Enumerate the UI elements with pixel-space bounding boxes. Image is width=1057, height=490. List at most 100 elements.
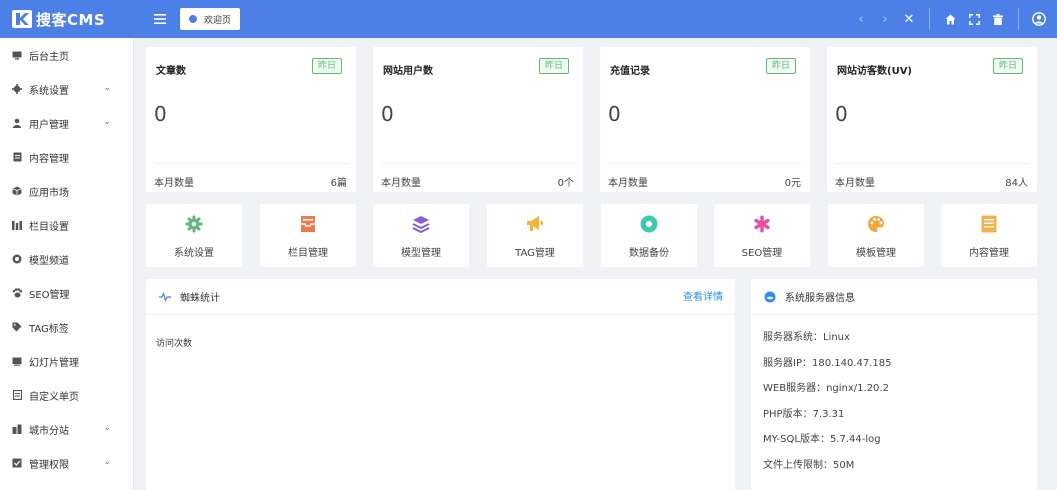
sidebar-item-label: 应用市场 xyxy=(29,187,69,199)
home-icon xyxy=(945,14,955,24)
stat-value: 0 xyxy=(381,102,394,126)
header-divider xyxy=(929,8,930,30)
layers-icon xyxy=(373,214,469,234)
sidebar-item-label: TAG标签 xyxy=(29,323,69,335)
stat-card: 网站访客数(UV) 昨日 0 本月数量 84人 xyxy=(827,47,1037,192)
view-details-link[interactable]: 查看详情 xyxy=(683,288,723,303)
stat-title: 网站访客数(UV) xyxy=(837,66,912,77)
sidebar-item-label: SEO管理 xyxy=(29,289,70,301)
shortcut-label: 系统设置 xyxy=(174,248,214,259)
stat-value: 0 xyxy=(835,102,848,126)
stat-foot-value: 6篇 xyxy=(330,178,347,189)
server-info-list: 服务器系统：Linux 服务器IP：180.140.47.185 WEB服务器：ng… xyxy=(751,315,1037,476)
close-icon: ✕ xyxy=(903,11,915,27)
columns-icon xyxy=(12,220,22,230)
sidebar-item-label: 用户管理 xyxy=(29,119,69,131)
chevron-down-icon: ⌄ xyxy=(103,117,111,127)
menu-toggle-button[interactable] xyxy=(140,0,180,38)
tab-welcome[interactable]: 欢迎页 xyxy=(180,8,241,30)
pulse-icon xyxy=(158,290,172,304)
header-toolbar: ‹ › ✕ xyxy=(849,0,1057,38)
brand-name: 搜客CMS xyxy=(36,10,106,29)
period-badge: 昨日 xyxy=(311,58,342,74)
fullscreen-icon xyxy=(968,13,980,25)
cube-icon xyxy=(12,186,22,196)
brand-logo[interactable]: 搜客CMS xyxy=(0,0,134,38)
sidebar-item-label: 幻灯片管理 xyxy=(29,357,79,369)
file-icon xyxy=(12,152,22,162)
sidebar-item-label: 系统设置 xyxy=(29,85,69,97)
gear-icon xyxy=(146,214,242,234)
server-icon xyxy=(763,290,777,304)
shortcut-tile[interactable]: TAG管理 xyxy=(487,204,583,267)
sidebar-item-label: 模型频道 xyxy=(29,255,69,267)
period-badge: 昨日 xyxy=(538,58,569,74)
fullscreen-button[interactable] xyxy=(962,0,986,38)
spider-stats-panel: 蜘蛛统计 查看详情 访问次数 xyxy=(146,279,735,490)
document-icon xyxy=(941,214,1037,234)
shortcut-tile[interactable]: 系统设置 xyxy=(146,204,242,267)
spider-panel-header: 蜘蛛统计 查看详情 xyxy=(146,279,735,315)
tag-icon xyxy=(12,322,22,332)
user-menu-button[interactable] xyxy=(1027,0,1051,38)
stat-divider xyxy=(835,163,1029,164)
stat-card: 充值记录 昨日 0 本月数量 0元 xyxy=(600,47,810,192)
period-badge: 昨日 xyxy=(765,58,796,74)
sidebar-item-label: 内容管理 xyxy=(29,153,69,165)
sidebar-item[interactable]: 用户管理 ⌄ xyxy=(0,106,133,140)
stat-card: 网站用户数 昨日 0 本月数量 0个 xyxy=(373,47,583,192)
sidebar-item[interactable]: 幻灯片管理 xyxy=(0,344,133,378)
shortcut-label: SEO管理 xyxy=(741,248,783,259)
top-header: 搜客CMS 欢迎页 ‹ › ✕ xyxy=(0,0,1057,38)
tab-prev-button[interactable]: ‹ xyxy=(849,0,873,38)
sidebar-item[interactable]: 模型频道 xyxy=(0,242,133,276)
shortcut-tile[interactable]: 内容管理 xyxy=(941,204,1037,267)
stat-foot-label: 本月数量 xyxy=(154,178,194,189)
stat-foot-value: 0元 xyxy=(784,178,801,189)
tab-next-button[interactable]: › xyxy=(873,0,897,38)
sidebar-item-label: 管理权限 xyxy=(29,459,69,471)
shortcut-tile[interactable]: SEO管理 xyxy=(714,204,810,267)
stat-divider xyxy=(608,163,802,164)
sidebar-item[interactable]: 城市分站 ⌄ xyxy=(0,412,133,446)
sidebar-item[interactable]: 管理权限 ⌄ xyxy=(0,446,133,480)
shortcut-label: 内容管理 xyxy=(969,248,1009,259)
sidebar-item[interactable]: SEO管理 xyxy=(0,276,133,310)
stat-divider xyxy=(381,163,575,164)
sidebar-item-label: 栏目设置 xyxy=(29,221,69,233)
clear-cache-button[interactable] xyxy=(986,0,1010,38)
shortcut-label: 栏目管理 xyxy=(288,248,328,259)
chevron-right-icon: › xyxy=(882,11,888,27)
sidebar-item[interactable]: 系统设置 ⌄ xyxy=(0,72,133,106)
chevron-left-icon: ‹ xyxy=(858,11,864,27)
sidebar-item[interactable]: 栏目设置 xyxy=(0,208,133,242)
server-info-panel: 系统服务器信息 服务器系统：Linux 服务器IP：180.140.47.185 W… xyxy=(751,279,1037,490)
stat-foot-label: 本月数量 xyxy=(835,178,875,189)
home-button[interactable] xyxy=(938,0,962,38)
shortcut-tile[interactable]: 栏目管理 xyxy=(260,204,356,267)
user-icon xyxy=(12,118,22,128)
sidebar-item[interactable]: TAG标签 xyxy=(0,310,133,344)
sidebar-item[interactable]: 内容管理 xyxy=(0,140,133,174)
chevron-down-icon: ⌄ xyxy=(103,457,111,467)
asterisk-icon xyxy=(714,214,810,234)
stat-title: 文章数 xyxy=(156,66,186,77)
shortcut-tile[interactable]: 数据备份 xyxy=(601,204,697,267)
megaphone-icon xyxy=(487,214,583,234)
sidebar-item[interactable]: 应用市场 xyxy=(0,174,133,208)
trash-icon xyxy=(993,13,1003,25)
shortcut-label: 模板管理 xyxy=(856,248,896,259)
city-icon xyxy=(12,424,22,434)
stat-card: 文章数 昨日 0 本月数量 6篇 xyxy=(146,47,356,192)
shortcut-tile[interactable]: 模型管理 xyxy=(373,204,469,267)
shortcut-label: 数据备份 xyxy=(629,248,669,259)
slides-icon xyxy=(12,356,22,366)
shortcut-tile[interactable]: 模板管理 xyxy=(828,204,924,267)
server-panel-title: 系统服务器信息 xyxy=(785,293,855,304)
stat-value: 0 xyxy=(608,102,621,126)
hamburger-icon xyxy=(154,14,166,24)
sidebar-item[interactable]: 后台主页 xyxy=(0,38,133,72)
close-tabs-button[interactable]: ✕ xyxy=(897,0,921,38)
sidebar-item[interactable]: 自定义单页 xyxy=(0,378,133,412)
stat-value: 0 xyxy=(154,102,167,126)
